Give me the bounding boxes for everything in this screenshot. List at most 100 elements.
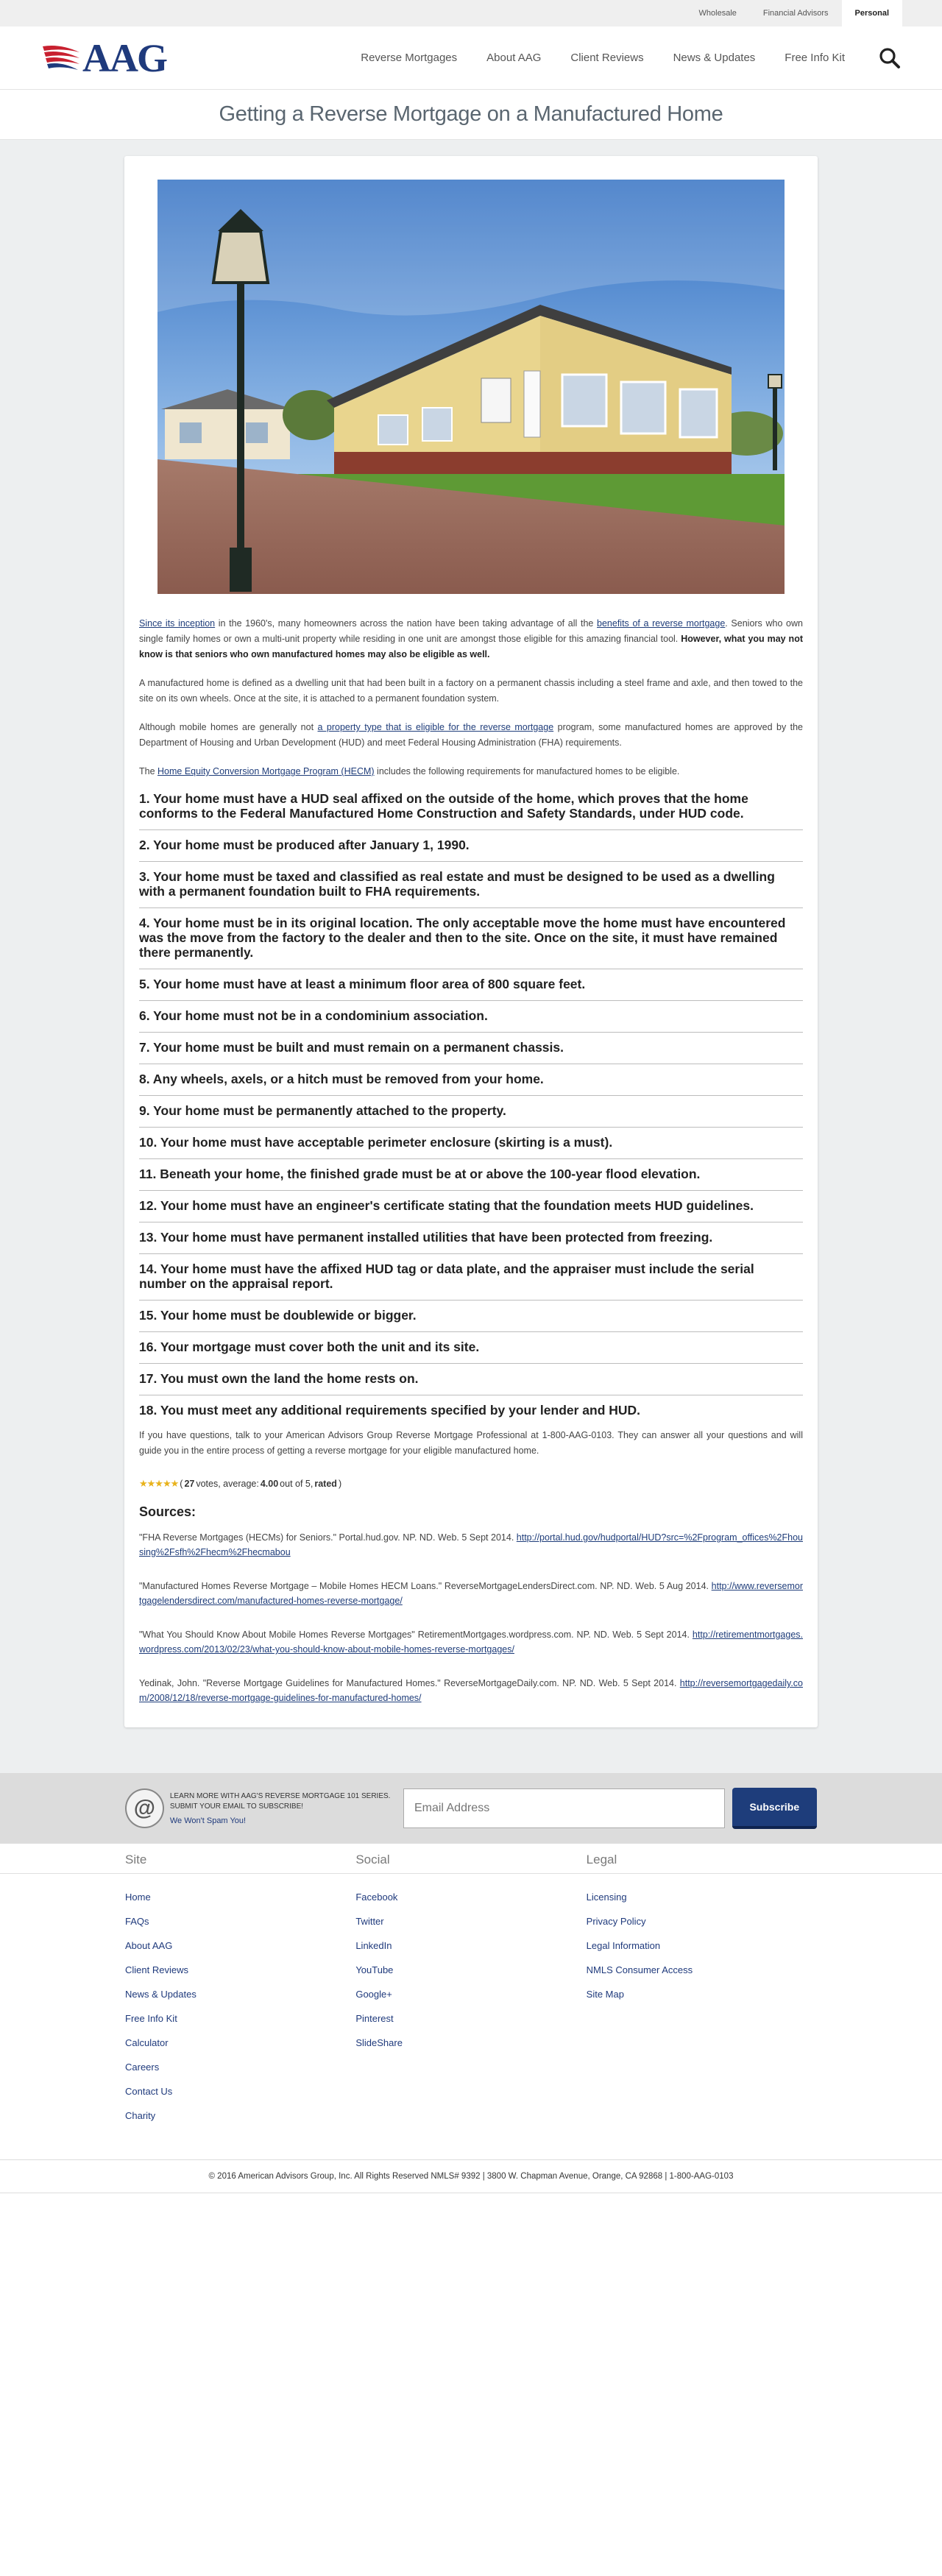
requirement-item: 18. You must meet any additional require… <box>139 1403 641 1418</box>
footer-link-linkedin[interactable]: LinkedIn <box>355 1940 586 1951</box>
footer-link-sitemap[interactable]: Site Map <box>587 1989 817 2000</box>
footer-col-site: Site <box>125 1853 355 1880</box>
copyright-text: © 2016 American Advisors Group, Inc. All… <box>0 2160 942 2193</box>
nav-about-aag[interactable]: About AAG <box>486 52 541 64</box>
footer-link-reviews[interactable]: Client Reviews <box>125 1964 355 1975</box>
footer-col-legal: Legal <box>587 1853 817 1880</box>
requirement-item: 6. Your home must not be in a condominiu… <box>139 1001 803 1033</box>
article-card: Since its inception in the 1960's, many … <box>124 156 818 1727</box>
main-content: Since its inception in the 1960's, many … <box>0 140 942 1773</box>
footer-link-slideshare[interactable]: SlideShare <box>355 2037 586 2048</box>
aag-logo[interactable]: AAG <box>41 38 188 78</box>
nav-reverse-mortgages[interactable]: Reverse Mortgages <box>361 52 457 64</box>
since-inception-link[interactable]: Since its inception <box>139 618 215 629</box>
eligible-property-link[interactable]: a property type that is eligible for the… <box>318 722 554 732</box>
site-footer: Site Social Legal Home FAQs About AAG Cl… <box>0 1844 942 2160</box>
subscribe-button[interactable]: Subscribe <box>732 1788 817 1829</box>
intro-text-1: in the 1960's, many homeowners across th… <box>215 618 598 629</box>
footer-link-contact[interactable]: Contact Us <box>125 2086 355 2097</box>
hecm-text-b: includes the following requirements for … <box>374 766 680 776</box>
page-title: Getting a Reverse Mortgage on a Manufact… <box>219 102 723 126</box>
hecm-link[interactable]: Home Equity Conversion Mortgage Program … <box>157 766 375 776</box>
footer-col-social: Social <box>355 1853 586 1880</box>
requirement-item: 7. Your home must be built and must rema… <box>139 1033 803 1064</box>
footer-link-faqs[interactable]: FAQs <box>125 1916 355 1927</box>
rating-open: ( <box>180 1479 183 1489</box>
eligibility-text-a: Although mobile homes are generally not <box>139 722 318 732</box>
newsletter-text: Learn more with AAG's Reverse Mortgage 1… <box>170 1791 393 1825</box>
rating-text-b: out of 5, <box>280 1479 314 1489</box>
footer-link-info-kit[interactable]: Free Info Kit <box>125 2013 355 2024</box>
footer-link-home[interactable]: Home <box>125 1892 355 1903</box>
requirement-item: 17. You must own the land the home rests… <box>139 1364 803 1395</box>
nav-free-info-kit[interactable]: Free Info Kit <box>785 52 845 64</box>
requirement-item: 8. Any wheels, axels, or a hitch must be… <box>139 1064 803 1096</box>
requirement-item: 12. Your home must have an engineer's ce… <box>139 1191 803 1222</box>
footer-heading-legal: Legal <box>586 1853 617 1866</box>
footer-legal-links: Licensing Privacy Policy Legal Informati… <box>587 1892 817 2134</box>
rating-text-a: votes, average: <box>196 1479 259 1489</box>
requirement-item: 5. Your home must have at least a minimu… <box>139 969 803 1001</box>
rating-stars-icon[interactable]: ★★★★★ <box>139 1478 179 1490</box>
footer-link-youtube[interactable]: YouTube <box>355 1964 586 1975</box>
definition-paragraph: A manufactured home is defined as a dwel… <box>139 678 803 704</box>
requirements-list: 1. Your home must have a HUD seal affixe… <box>139 787 803 1426</box>
closing-paragraph: If you have questions, talk to your Amer… <box>139 1430 803 1456</box>
footer-site-links: Home FAQs About AAG Client Reviews News … <box>125 1892 355 2134</box>
requirement-item: 9. Your home must be permanently attache… <box>139 1096 803 1128</box>
at-sign-icon: @ <box>125 1788 164 1828</box>
source-item: "FHA Reverse Mortgages (HECMs) for Senio… <box>139 1530 803 1560</box>
footer-link-nmls[interactable]: NMLS Consumer Access <box>587 1964 817 1975</box>
footer-heading-site: Site <box>125 1853 147 1866</box>
main-nav: Reverse Mortgages About AAG Client Revie… <box>361 47 901 69</box>
footer-link-careers[interactable]: Careers <box>125 2062 355 2073</box>
nav-client-reviews[interactable]: Client Reviews <box>570 52 643 64</box>
footer-social-links: Facebook Twitter LinkedIn YouTube Google… <box>355 1892 586 2134</box>
requirement-item: 13. Your home must have permanent instal… <box>139 1222 803 1254</box>
benefits-link[interactable]: benefits of a reverse mortgage <box>597 618 725 629</box>
source-item: "What You Should Know About Mobile Homes… <box>139 1627 803 1657</box>
requirement-item: 10. Your home must have acceptable perim… <box>139 1128 803 1159</box>
utility-link-financial-advisors[interactable]: Financial Advisors <box>750 0 842 26</box>
footer-link-columns: Home FAQs About AAG Client Reviews News … <box>125 1892 817 2134</box>
footer-link-calculator[interactable]: Calculator <box>125 2037 355 2048</box>
intro-paragraph: Since its inception in the 1960's, many … <box>139 616 803 662</box>
hecm-text-a: The <box>139 766 158 776</box>
footer-link-pinterest[interactable]: Pinterest <box>355 2013 586 2024</box>
source-text: "What You Should Know About Mobile Homes… <box>139 1630 693 1640</box>
requirement-item: 15. Your home must be doublewide or bigg… <box>139 1301 803 1332</box>
requirement-item: 2. Your home must be produced after Janu… <box>139 830 803 862</box>
email-input[interactable] <box>403 1788 725 1828</box>
footer-divider <box>0 1873 942 1874</box>
hecm-paragraph: The Home Equity Conversion Mortgage Prog… <box>139 764 803 779</box>
logo-wordmark: AAG <box>82 35 168 80</box>
manufactured-home-photo <box>157 180 785 594</box>
footer-link-licensing[interactable]: Licensing <box>587 1892 817 1903</box>
footer-link-legal-info[interactable]: Legal Information <box>587 1940 817 1951</box>
search-icon[interactable] <box>879 47 901 69</box>
footer-link-privacy[interactable]: Privacy Policy <box>587 1916 817 1927</box>
rating-votes: 27 <box>184 1479 195 1489</box>
newsletter-pitch: Learn more with AAG's Reverse Mortgage 1… <box>169 1792 391 1811</box>
footer-link-about[interactable]: About AAG <box>125 1940 355 1951</box>
source-item: "Manufactured Homes Reverse Mortgage – M… <box>139 1579 803 1608</box>
rating-average: 4.00 <box>260 1479 279 1489</box>
source-item: Yedinak, John. "Reverse Mortgage Guideli… <box>139 1676 803 1705</box>
footer-link-facebook[interactable]: Facebook <box>355 1892 586 1903</box>
requirement-item: 16. Your mortgage must cover both the un… <box>139 1332 803 1364</box>
source-text: "FHA Reverse Mortgages (HECMs) for Senio… <box>139 1532 517 1543</box>
footer-columns: Site Social Legal <box>125 1853 817 1880</box>
footer-heading-social: Social <box>355 1853 390 1866</box>
utility-link-personal[interactable]: Personal <box>841 0 902 26</box>
footer-link-news[interactable]: News & Updates <box>125 1989 355 2000</box>
nav-news-updates[interactable]: News & Updates <box>673 52 756 64</box>
newsletter-no-spam: We Won't Spam You! <box>169 1816 247 1825</box>
requirement-item: 4. Your home must be in its original loc… <box>139 908 803 969</box>
footer-link-twitter[interactable]: Twitter <box>355 1916 586 1927</box>
utility-link-wholesale[interactable]: Wholesale <box>686 0 750 26</box>
footer-link-googleplus[interactable]: Google+ <box>355 1989 586 2000</box>
footer-link-charity[interactable]: Charity <box>125 2110 355 2121</box>
utility-bar: Wholesale Financial Advisors Personal <box>0 0 942 26</box>
rating-rated: rated <box>314 1479 337 1489</box>
requirement-item: 11. Beneath your home, the finished grad… <box>139 1159 803 1191</box>
